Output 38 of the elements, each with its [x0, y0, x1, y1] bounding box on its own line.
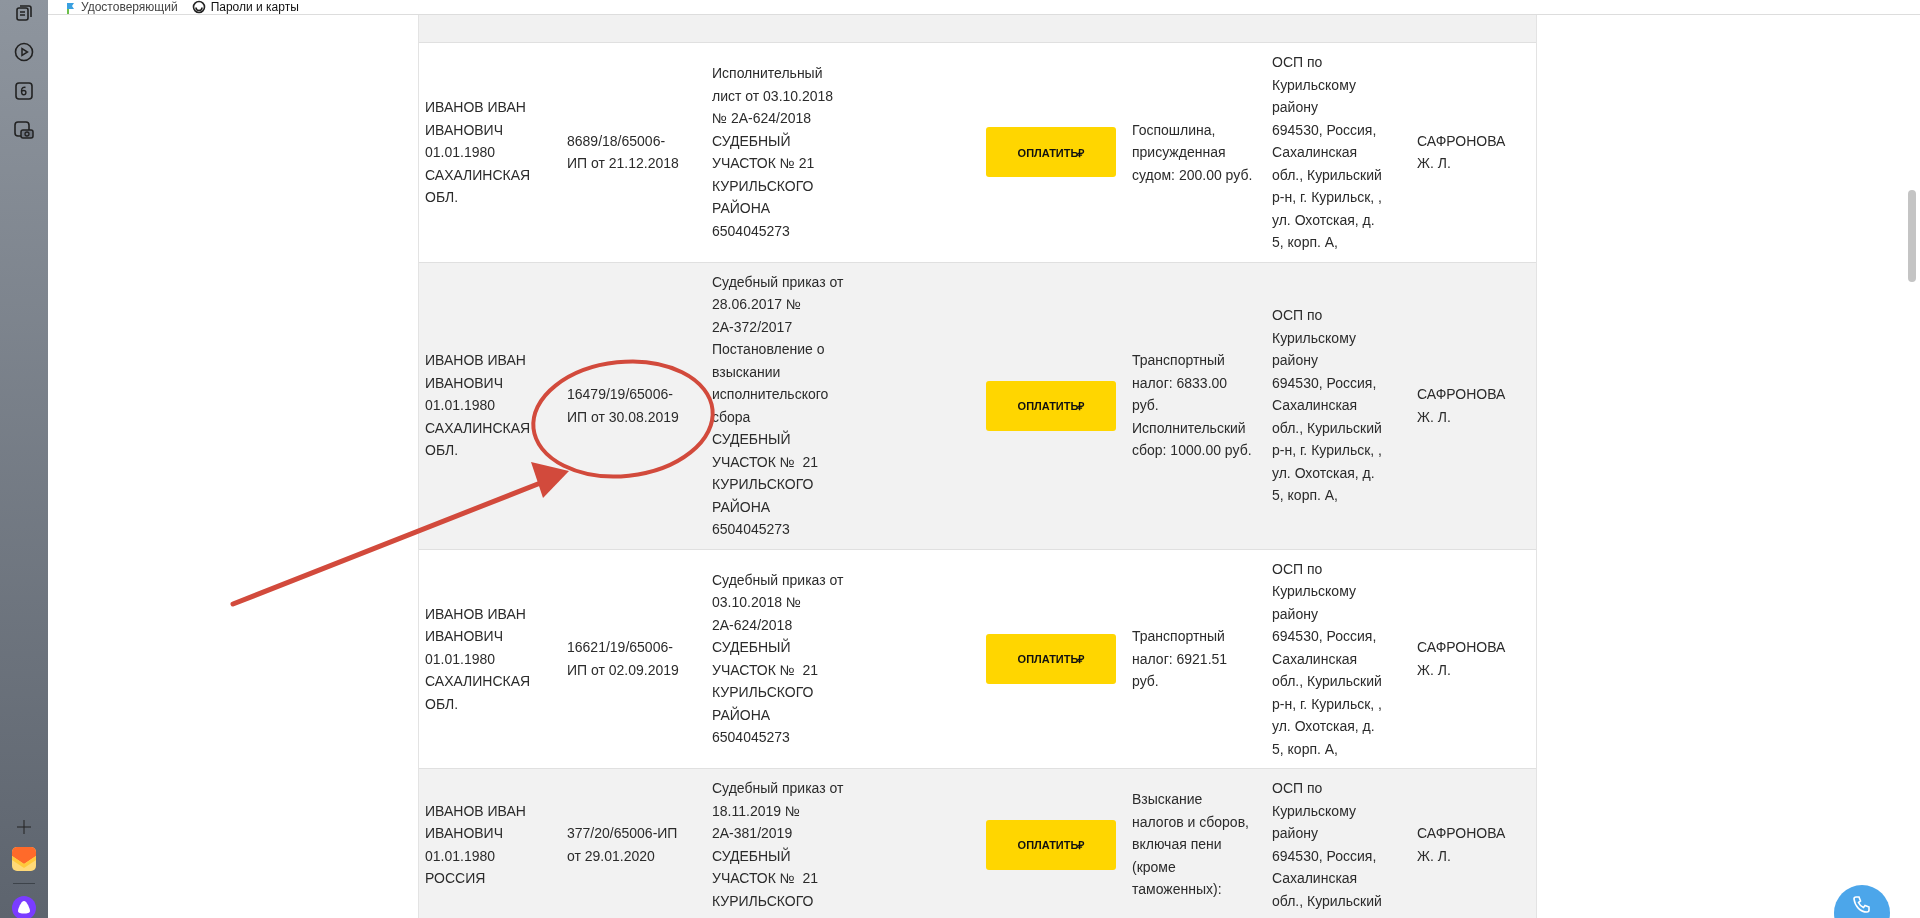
document-cell-text: Судебный приказ от 18.11.2019 № 2А-381/2019 СУДЕБНЫЙ УЧАСТОК № 21 КУРИЛЬСКОГО: [711, 779, 845, 911]
assistant-icon[interactable]: [12, 896, 36, 918]
debtor-cell-text: ИВАНОВ ИВАН ИВАНОВИЧ 01.01.1980 САХАЛИНСКАЯ ОБЛ.: [424, 98, 532, 207]
bailiff-cell-text: САФРОНОВА Ж. Л.: [1416, 638, 1507, 680]
play-icon[interactable]: [14, 42, 34, 62]
pay-button[interactable]: ОПЛАТИТЬ₽: [986, 633, 1116, 684]
debtor-cell-text: ИВАНОВ ИВАН ИВАНОВИЧ 01.01.1980 САХАЛИНСКАЯ ОБЛ.: [424, 604, 532, 714]
proceeding-cell-text: 377/20/65006-ИП от 29.01.2020: [566, 824, 679, 866]
debtor-cell-text: ИВАНОВ ИВАН ИВАНОВИЧ 01.01.1980 РОССИЯ: [424, 801, 527, 888]
camera-icon[interactable]: [14, 120, 34, 140]
department-cell-text: ОСП по Курильскому району 694530, Россия, Сахалинская обл., Курильский р-н, г. Курильск, , ул. Охотская, д. 5, корп. А,: [1271, 559, 1383, 759]
flag-icon: [66, 1, 76, 14]
pay-button[interactable]: ОПЛАТИТЬ₽: [986, 380, 1116, 431]
document-cell-text: Исполнительный лист от 03.10.2018 № 2А-624/2018 СУДЕБНЫЙ УЧАСТОК № 21 КУРИЛЬСКОГО РАЙОНА 6504045273: [711, 64, 835, 241]
department-cell-text: ОСП по Курильскому району 694530, Россия, Сахалинская обл., Курильский р-н, г. Курильск, , ул. Охотская, д. 5, корп. А,: [1271, 306, 1383, 506]
bailiff-cell-text: САФРОНОВА Ж. Л.: [1416, 385, 1507, 427]
bookmark-link[interactable]: Пароли и карты: [210, 0, 299, 14]
document-cell-text: Судебный приказ от 03.10.2018 № 2А-624/2018 СУДЕБНЫЙ УЧАСТОК № 21 КУРИЛЬСКОГО РАЙОНА 6504045273: [711, 570, 845, 748]
pay-button[interactable]: ОПЛАТИТЬ₽: [986, 819, 1116, 870]
proceeding-cell-text: 16479/19/65006- ИП от 30.08.2019: [566, 385, 680, 427]
department-cell-text: ОСП по Курильскому району 694530, Россия, Сахалинская обл., Курильский: [1271, 779, 1383, 911]
phone-icon: [1852, 895, 1872, 915]
bailiff-cell-text: САФРОНОВА Ж. Л.: [1416, 131, 1507, 174]
charge-cell-text: Госпошлина, присужденная судом: 200.00 руб.: [1131, 120, 1254, 185]
department-cell-text: ОСП по Курильскому району 694530, Россия, Сахалинская обл., Курильский р-н, г. Курильск, , ул. Охотская, д. 5, корп. А,: [1271, 53, 1383, 252]
bailiff-cell-text: САФРОНОВА Ж. Л.: [1416, 824, 1507, 866]
charge-cell-text: Взыскание налогов и сборов, включая пени (кроме таможенных):: [1131, 790, 1250, 900]
pages-icon[interactable]: [15, 4, 33, 22]
charge-cell-text: Транспортный налог: 6833.00 руб. Исполнительский сбор: 1000.00 руб.: [1131, 351, 1253, 461]
pay-button[interactable]: ОПЛАТИТЬ₽: [986, 127, 1116, 178]
proceeding-cell-text: 16621/19/65006- ИП от 02.09.2019: [566, 638, 680, 680]
proceeding-cell-text: 8689/18/65006- ИП от 21.12.2018: [566, 131, 680, 174]
charge-cell-text: Транспортный налог: 6921.51 руб.: [1131, 627, 1229, 691]
bookmark-link[interactable]: Удостоверяющий: [81, 1, 178, 14]
debtor-cell-text: ИВАНОВ ИВАН ИВАНОВИЧ 01.01.1980 САХАЛИНСКАЯ ОБЛ.: [424, 351, 532, 461]
mail-icon[interactable]: [12, 847, 36, 871]
scrollbar-thumb[interactable]: [1908, 190, 1916, 282]
document-cell-text: Судебный приказ от 28.06.2017 № 2А-372/2017 Постановление о взыскании исполнительского сбора СУДЕБНЫЙ УЧАСТОК № 21 КУРИЛЬСКОГО РАЙОНА 6504045273: [711, 272, 845, 539]
